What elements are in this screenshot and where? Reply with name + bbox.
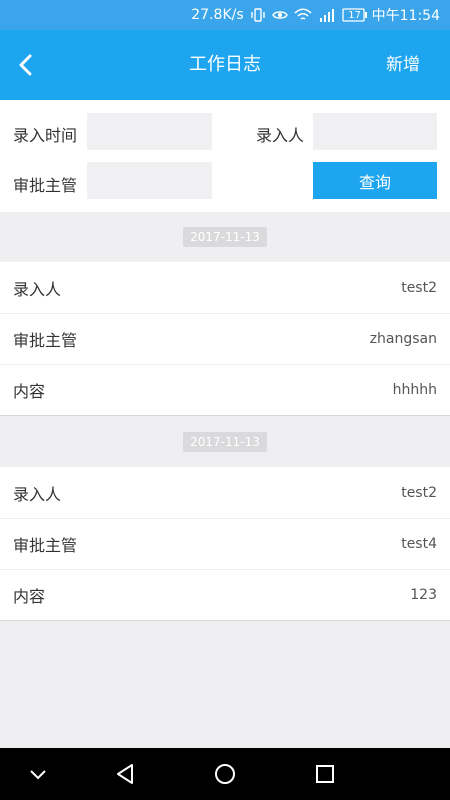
system-nav-bar [0,748,450,800]
record-row-supervisor: 审批主管 test4 [0,518,450,569]
row-key: 录入人 [13,484,62,504]
row-value: zhangsan [369,331,437,347]
signal-icon [318,8,336,22]
circle-home-icon [215,764,235,784]
row-key: 录入人 [13,279,62,299]
clock: 中午11:54 [371,8,440,24]
record-card: 录入人 test2 审批主管 zhangsan 内容 hhhhh [0,262,450,416]
date-band: 2017-11-13 [0,212,450,262]
row-key: 内容 [13,587,46,606]
entry-time-input[interactable] [87,113,212,150]
entry-person-input[interactable] [313,113,437,150]
chevron-down-icon [30,770,46,780]
eye-icon [271,9,288,21]
row-key: 审批主管 [13,536,78,555]
record-row-entry-person: 录入人 test2 [0,262,450,313]
filter-panel: 录入时间 录入人 审批主管 查询 [0,100,450,212]
square-recents-icon [316,765,334,783]
row-key: 审批主管 [13,331,78,350]
date-label: 2017-11-13 [183,227,267,247]
entry-person-label: 录入人 [256,126,305,145]
nav-back-button[interactable] [113,762,137,786]
record-row-content: 内容 hhhhh [0,364,450,415]
add-button[interactable]: 新增 [386,30,420,100]
supervisor-label: 审批主管 [13,176,78,195]
date-band: 2017-11-13 [0,417,450,467]
page-title: 工作日志 [189,54,261,75]
collapse-button[interactable] [26,762,50,786]
record-row-content: 内容 123 [0,569,450,620]
triangle-back-icon [117,764,133,784]
row-key: 内容 [13,382,46,401]
back-button[interactable] [10,50,40,80]
app-bar: 工作日志 新增 [0,30,450,100]
query-button[interactable]: 查询 [313,162,437,199]
row-value: test2 [401,279,437,296]
record-row-supervisor: 审批主管 zhangsan [0,313,450,364]
battery-level: 17 [348,9,361,21]
row-value: 123 [410,587,437,603]
log-record: 2017-11-13 录入人 test2 审批主管 zhangsan 内容 hh… [0,212,450,416]
row-value: test4 [401,536,437,552]
record-card: 录入人 test2 审批主管 test4 内容 123 [0,467,450,621]
record-row-entry-person: 录入人 test2 [0,467,450,518]
nav-recents-button[interactable] [313,762,337,786]
date-label: 2017-11-13 [183,432,267,452]
status-bar: 27.8K/s 17 中午11:54 [0,0,450,30]
log-record: 2017-11-13 录入人 test2 审批主管 test4 内容 123 [0,417,450,621]
back-arrow-icon [19,54,32,76]
row-value: test2 [401,484,437,501]
network-speed: 27.8K/s [191,7,244,23]
vibrate-icon [250,8,266,22]
supervisor-input[interactable] [87,162,212,199]
row-value: hhhhh [392,382,437,398]
nav-home-button[interactable] [213,762,237,786]
wifi-icon [294,8,312,22]
entry-time-label: 录入时间 [13,126,78,145]
